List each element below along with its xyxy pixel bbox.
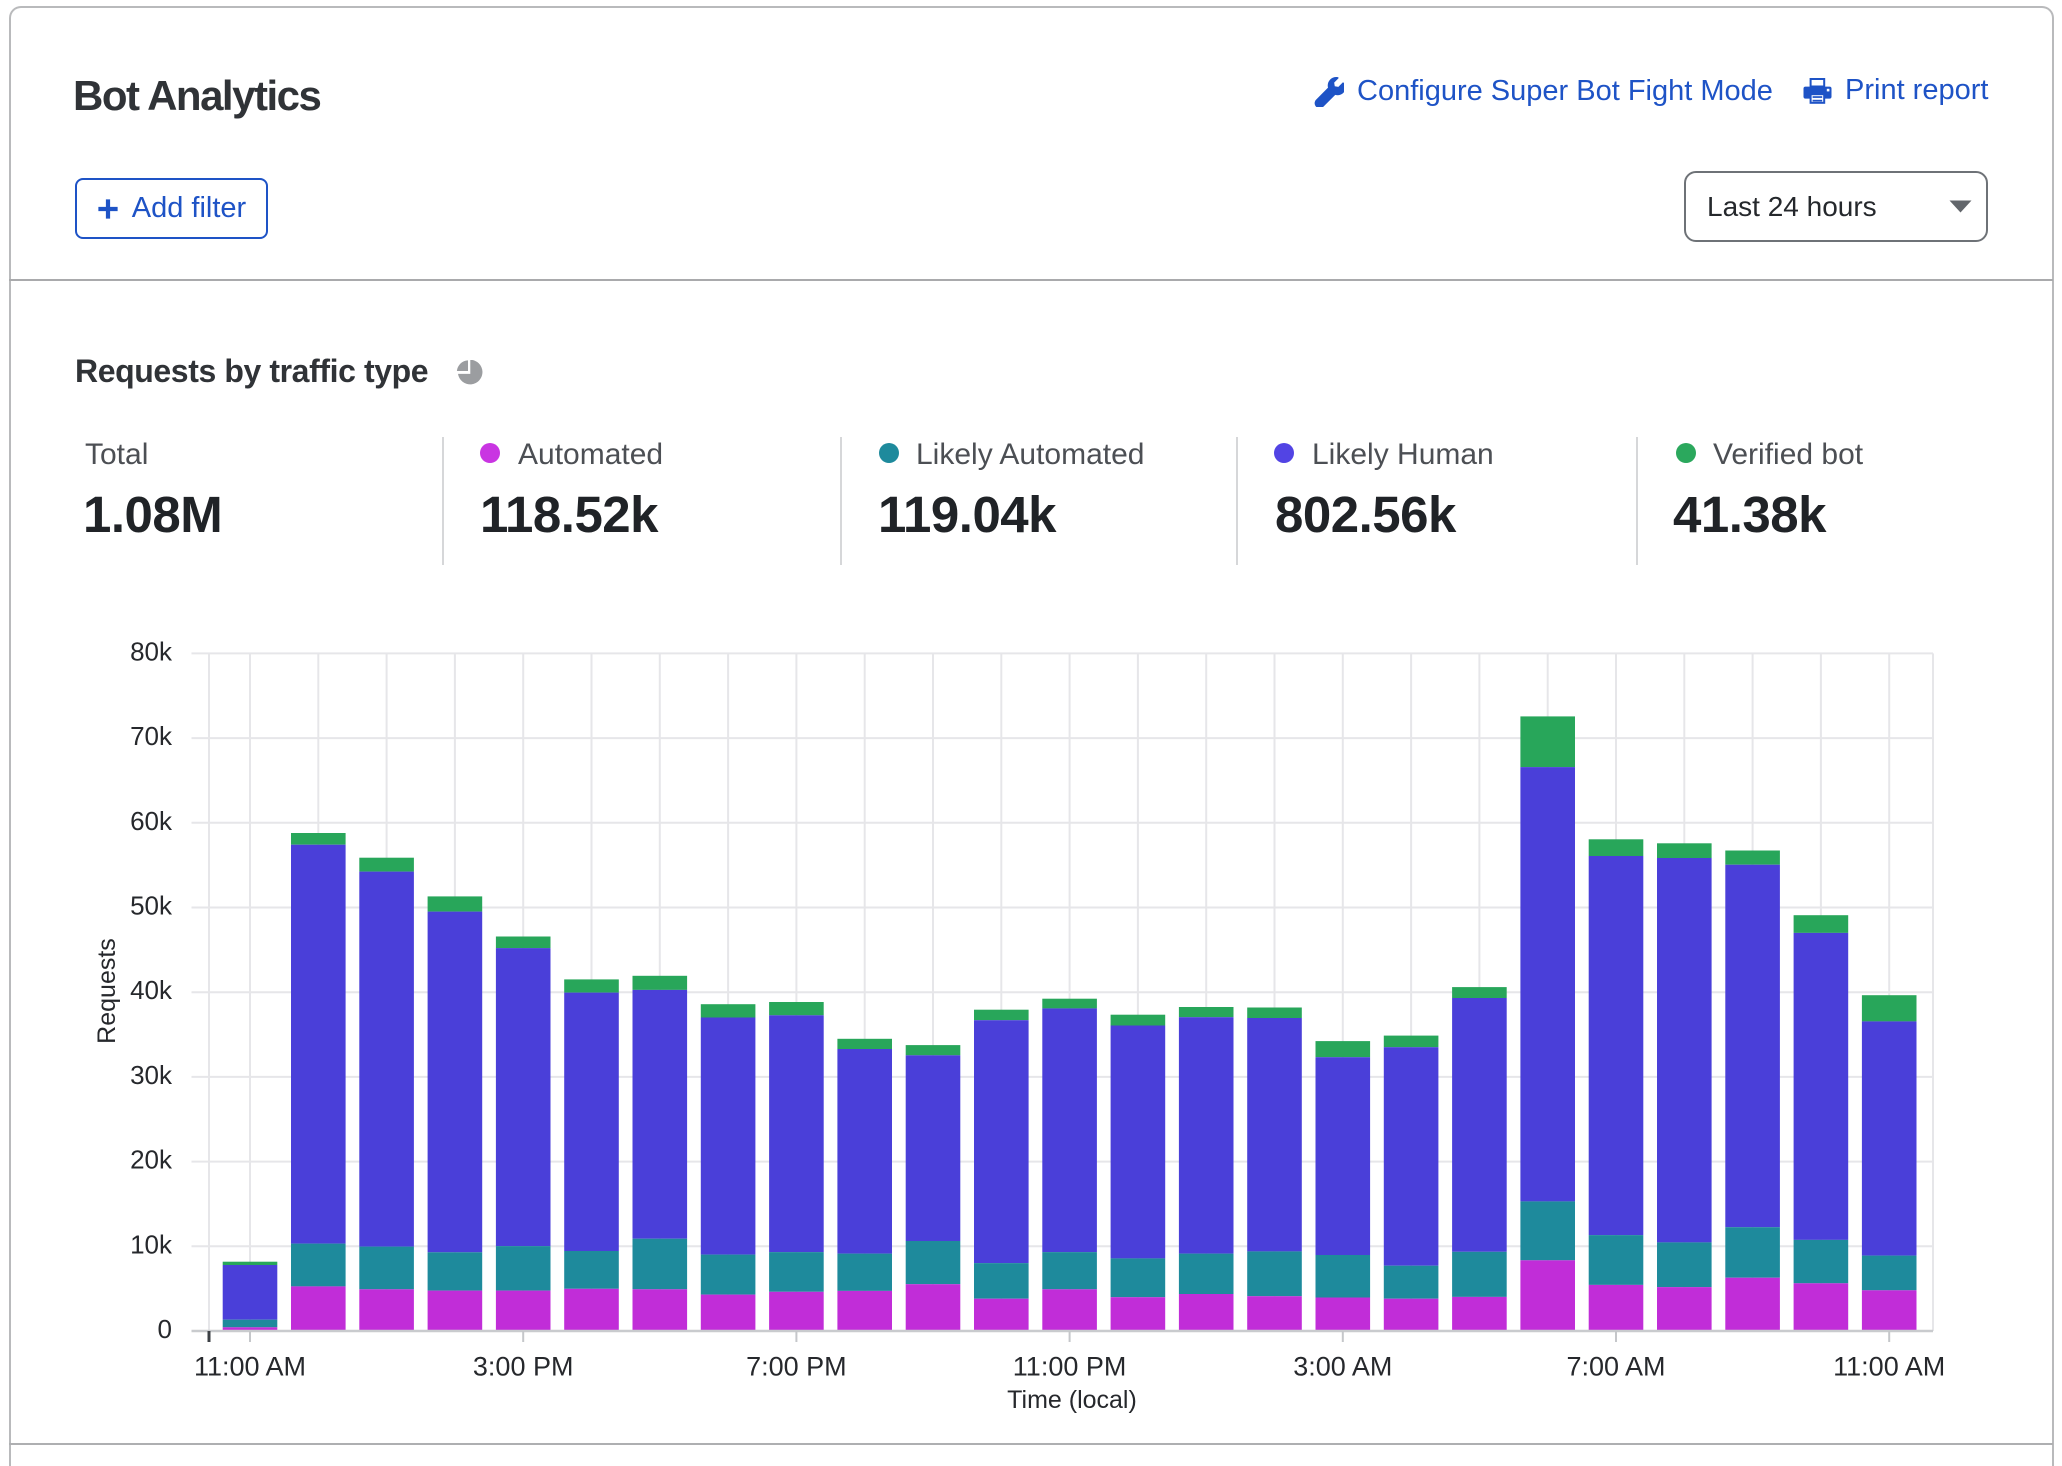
svg-text:30k: 30k [130,1060,173,1090]
svg-text:60k: 60k [130,806,173,836]
svg-text:40k: 40k [130,975,173,1005]
svg-text:7:00 AM: 7:00 AM [1566,1352,1665,1382]
svg-text:3:00 PM: 3:00 PM [473,1352,574,1382]
svg-text:70k: 70k [130,721,173,751]
svg-text:20k: 20k [130,1145,173,1175]
svg-text:11:00 AM: 11:00 AM [194,1352,306,1382]
svg-text:11:00 PM: 11:00 PM [1013,1352,1127,1382]
svg-text:11:00 AM: 11:00 AM [1833,1352,1945,1382]
svg-text:3:00 AM: 3:00 AM [1293,1352,1392,1382]
svg-text:Time (local): Time (local) [1007,1386,1137,1414]
svg-text:Requests: Requests [93,938,121,1044]
svg-text:10k: 10k [130,1229,173,1259]
svg-text:0: 0 [158,1314,172,1344]
svg-text:7:00 PM: 7:00 PM [746,1352,847,1382]
svg-text:50k: 50k [130,891,173,921]
svg-text:80k: 80k [130,636,173,666]
